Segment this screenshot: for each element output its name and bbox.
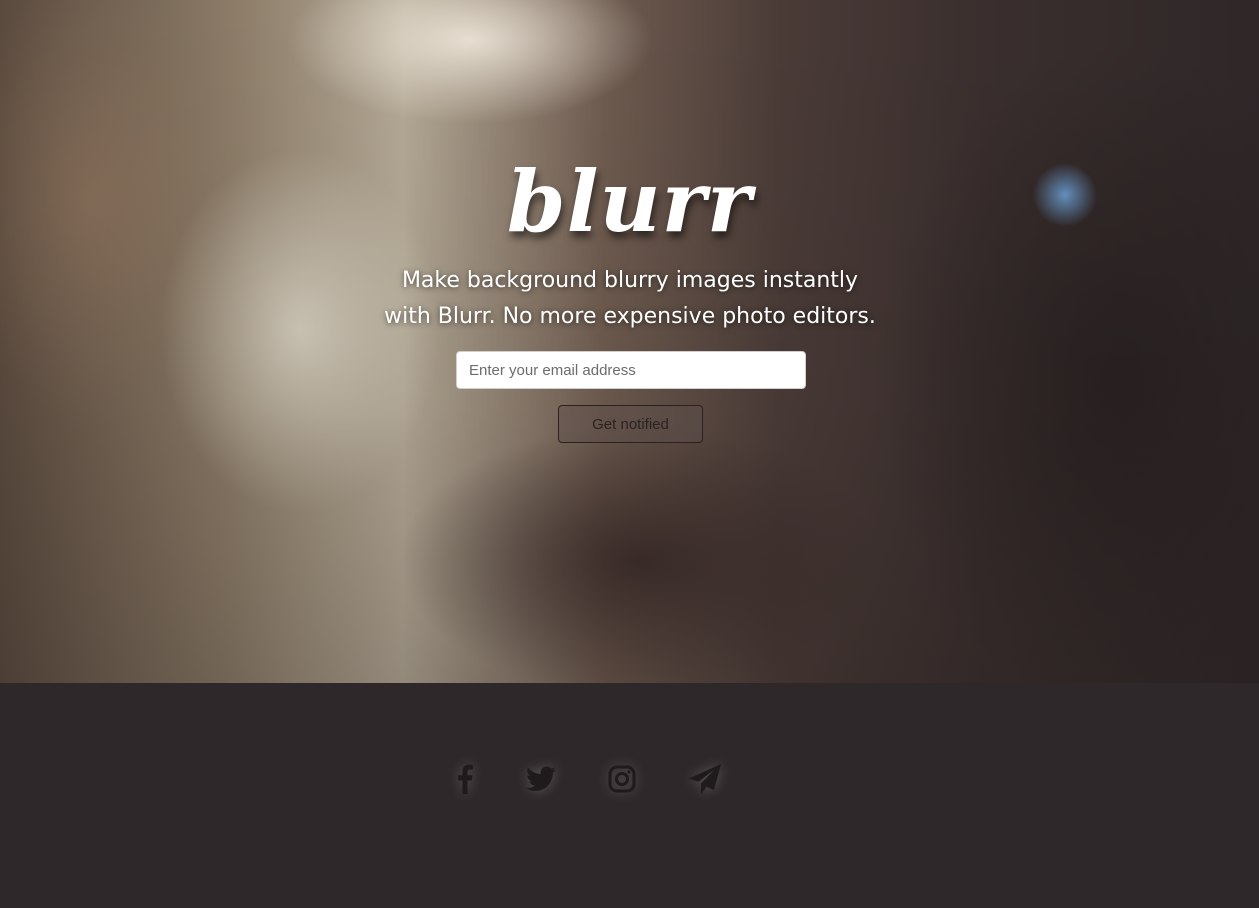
facebook-icon[interactable]: [443, 757, 487, 801]
instagram-icon[interactable]: [600, 757, 644, 801]
tagline: Make background blurry images instantly …: [330, 263, 930, 335]
email-input[interactable]: [456, 351, 806, 389]
logo: blurr: [506, 152, 753, 251]
hero-background: [0, 0, 1259, 683]
twitter-icon[interactable]: [519, 757, 563, 801]
get-notified-button[interactable]: Get notified: [558, 405, 703, 443]
tagline-line-1: Make background blurry images instantly: [401, 268, 859, 293]
tagline-line-2: with Blurr. No more expensive photo edit…: [384, 304, 876, 329]
telegram-icon[interactable]: [683, 757, 727, 801]
